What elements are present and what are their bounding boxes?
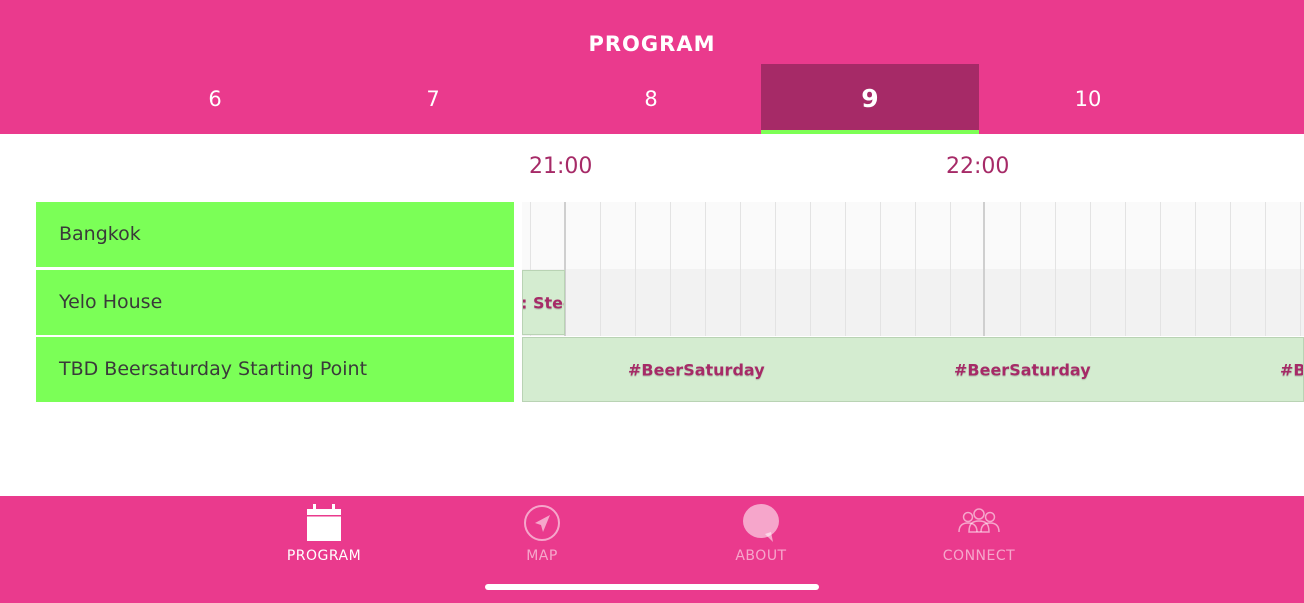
schedule-grid[interactable] (522, 202, 1304, 336)
venue-tbd-beersaturday: TBD Beersaturday Starting Point (36, 337, 514, 402)
grid-line (1230, 202, 1231, 336)
grid-line (845, 202, 846, 336)
event-beersaturday[interactable]: #BeerSaturday #BeerSaturday #B (522, 337, 1304, 402)
event-label: #BeerSaturday (628, 360, 765, 379)
grid-row-yelo-house (522, 269, 1304, 336)
grid-line (1265, 202, 1266, 336)
venue-yelo-house: Yelo House (36, 270, 514, 335)
grid-line (1195, 202, 1196, 336)
speech-bubble-icon (743, 504, 779, 542)
page-title: PROGRAM (588, 32, 716, 56)
grid-line (705, 202, 706, 336)
day-tab-8[interactable]: 8 (542, 64, 760, 134)
nav-about-label: ABOUT (735, 548, 787, 564)
nav-map-label: MAP (526, 548, 558, 564)
nav-program[interactable]: PROGRAM (249, 504, 399, 568)
time-label-2200: 22:00 (946, 154, 1010, 179)
home-indicator (485, 584, 819, 590)
grid-line (1160, 202, 1161, 336)
nav-connect[interactable]: CONNECT (904, 504, 1054, 568)
people-group-icon (958, 508, 1000, 533)
grid-line (1125, 202, 1126, 336)
grid-line (950, 202, 951, 336)
calendar-icon (307, 504, 341, 541)
nav-map[interactable]: MAP (467, 504, 617, 568)
navigation-arrow-icon (524, 505, 560, 541)
grid-line (740, 202, 741, 336)
grid-line (880, 202, 881, 336)
grid-line (1090, 202, 1091, 336)
grid-line (983, 202, 985, 336)
event-label: #BeerSaturday (954, 360, 1091, 379)
event-label: #B (1280, 360, 1304, 379)
grid-line (915, 202, 916, 336)
grid-line (775, 202, 776, 336)
event-yelo-house[interactable]: : Stee (522, 270, 565, 335)
venue-bangkok: Bangkok (36, 202, 514, 267)
day-tab-10[interactable]: 10 (979, 64, 1197, 134)
nav-program-label: PROGRAM (286, 548, 362, 564)
grid-line (1300, 202, 1301, 336)
grid-line (810, 202, 811, 336)
nav-connect-label: CONNECT (942, 548, 1016, 564)
grid-line (635, 202, 636, 336)
grid-line (1055, 202, 1056, 336)
grid-line (600, 202, 601, 336)
grid-line (1020, 202, 1021, 336)
day-tab-9[interactable]: 9 (761, 64, 979, 134)
day-tab-6[interactable]: 6 (106, 64, 324, 134)
grid-row-bangkok (522, 202, 1304, 269)
time-label-2100: 21:00 (529, 154, 593, 179)
day-tab-7[interactable]: 7 (324, 64, 542, 134)
event-label: : Stee (523, 293, 564, 312)
grid-line (670, 202, 671, 336)
nav-about[interactable]: ABOUT (686, 504, 836, 568)
